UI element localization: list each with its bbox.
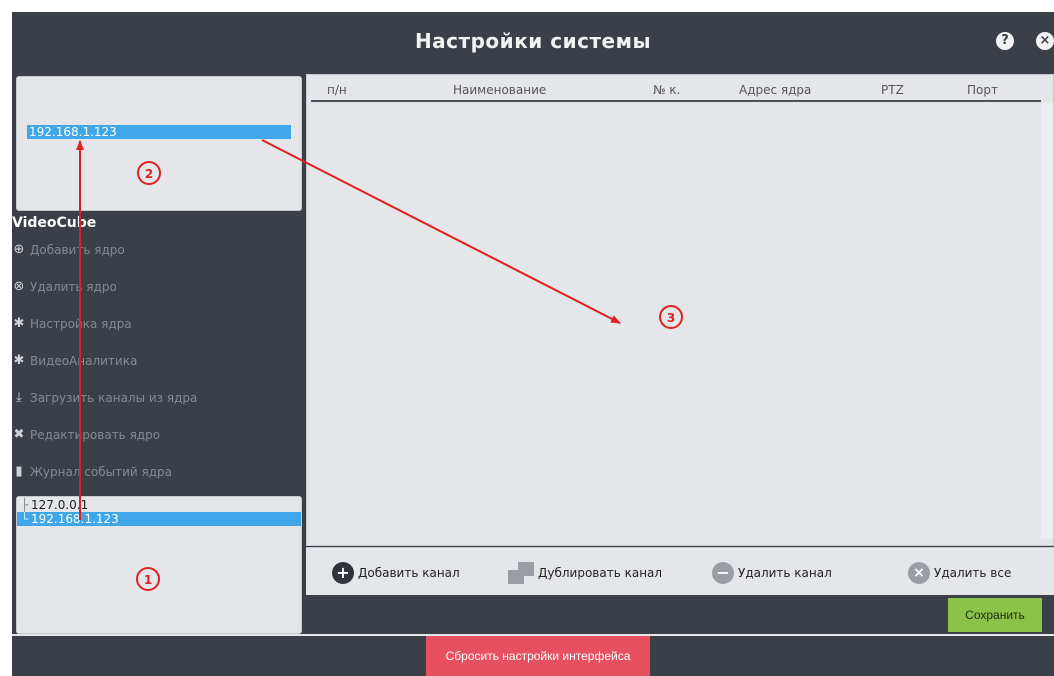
column-header[interactable]: Наименование bbox=[453, 83, 546, 97]
add-channel-button[interactable]: + Добавить канал bbox=[332, 562, 460, 584]
save-button[interactable]: Сохранить bbox=[948, 598, 1042, 632]
load-channels-button[interactable]: ⤓ Загрузить каналы из ядра bbox=[12, 388, 197, 408]
tools-icon: ✖ bbox=[13, 427, 25, 442]
core-tree: ├ 127.0.0.1 └ 192.168.1.123 bbox=[16, 496, 302, 634]
edit-core-label: Редактировать ядро bbox=[30, 428, 161, 442]
core-settings-label: Настройка ядра bbox=[30, 317, 132, 331]
column-header[interactable]: п/н bbox=[327, 83, 347, 97]
vertical-scrollbar[interactable] bbox=[1041, 103, 1053, 539]
reset-interface-button[interactable]: Сбросить настройки интерфейса bbox=[426, 636, 650, 676]
video-analytics-label: ВидеоАналитика bbox=[30, 354, 138, 368]
help-icon[interactable]: ? bbox=[996, 32, 1014, 50]
add-core-label: Добавить ядро bbox=[30, 243, 125, 257]
column-header[interactable]: № к. bbox=[653, 83, 680, 97]
tree-connector: ├ bbox=[21, 498, 29, 512]
column-header[interactable]: PTZ bbox=[881, 83, 904, 97]
plus-circle-icon: ⊕ bbox=[13, 242, 25, 257]
settings-window: Настройки системы ? × 192.168.1.123 Vide… bbox=[12, 12, 1054, 676]
server-list-item-selected[interactable]: 192.168.1.123 bbox=[27, 125, 291, 139]
column-header[interactable]: Адрес ядра bbox=[739, 83, 811, 97]
channel-toolbar: + Добавить канал Дублировать канал − Уда… bbox=[306, 547, 1054, 596]
download-icon: ⤓ bbox=[16, 390, 22, 405]
load-channels-label: Загрузить каналы из ядра bbox=[30, 391, 198, 405]
add-core-button[interactable]: ⊕ Добавить ядро bbox=[12, 240, 125, 260]
gear-icon: ✱ bbox=[13, 316, 25, 331]
duplicate-channel-button[interactable]: Дублировать канал bbox=[508, 562, 662, 584]
window-title: Настройки системы bbox=[414, 29, 652, 53]
tree-item[interactable]: 127.0.0.1 bbox=[31, 498, 88, 512]
gear-icon: ✱ bbox=[13, 353, 25, 368]
delete-all-button[interactable]: × Удалить все bbox=[908, 562, 1011, 584]
edit-core-button[interactable]: ✖ Редактировать ядро bbox=[12, 425, 161, 445]
event-log-button[interactable]: ▮ Журнал событий ядра bbox=[12, 462, 172, 482]
bottom-bar: Сбросить настройки интерфейса bbox=[12, 634, 1054, 676]
channels-table: п/н Наименование № к. Адрес ядра PTZ Пор… bbox=[306, 74, 1054, 546]
plus-icon: + bbox=[332, 562, 354, 584]
tree-item-selected[interactable]: 192.168.1.123 bbox=[31, 512, 119, 526]
close-icon: × bbox=[908, 562, 930, 584]
tree-connector: └ bbox=[21, 512, 29, 526]
delete-core-label: Удалить ядро bbox=[30, 280, 117, 294]
duplicate-channel-label: Дублировать канал bbox=[538, 566, 663, 580]
add-channel-label: Добавить канал bbox=[358, 566, 460, 580]
column-header[interactable]: Порт bbox=[967, 83, 998, 97]
core-settings-button[interactable]: ✱ Настройка ядра bbox=[12, 314, 132, 334]
save-bar: Сохранить bbox=[306, 595, 1054, 634]
delete-channel-label: Удалить канал bbox=[738, 566, 832, 580]
title-bar: Настройки системы ? × bbox=[12, 12, 1054, 74]
delete-core-button[interactable]: ⊗ Удалить ядро bbox=[12, 277, 117, 297]
left-panel: 192.168.1.123 VideoCube ⊕ Добавить ядро … bbox=[12, 74, 306, 634]
event-log-label: Журнал событий ядра bbox=[30, 465, 173, 479]
close-circle-icon: ⊗ bbox=[13, 279, 25, 294]
server-list: 192.168.1.123 bbox=[16, 76, 302, 211]
delete-channel-button[interactable]: − Удалить канал bbox=[712, 562, 832, 584]
video-analytics-button[interactable]: ✱ ВидеоАналитика bbox=[12, 351, 138, 371]
section-title: VideoCube bbox=[12, 215, 97, 231]
header-divider bbox=[311, 100, 1041, 102]
book-icon: ▮ bbox=[15, 464, 23, 479]
duplicate-icon bbox=[508, 562, 534, 584]
minus-icon: − bbox=[712, 562, 734, 584]
close-icon[interactable]: × bbox=[1036, 32, 1054, 50]
delete-all-label: Удалить все bbox=[934, 566, 1012, 580]
